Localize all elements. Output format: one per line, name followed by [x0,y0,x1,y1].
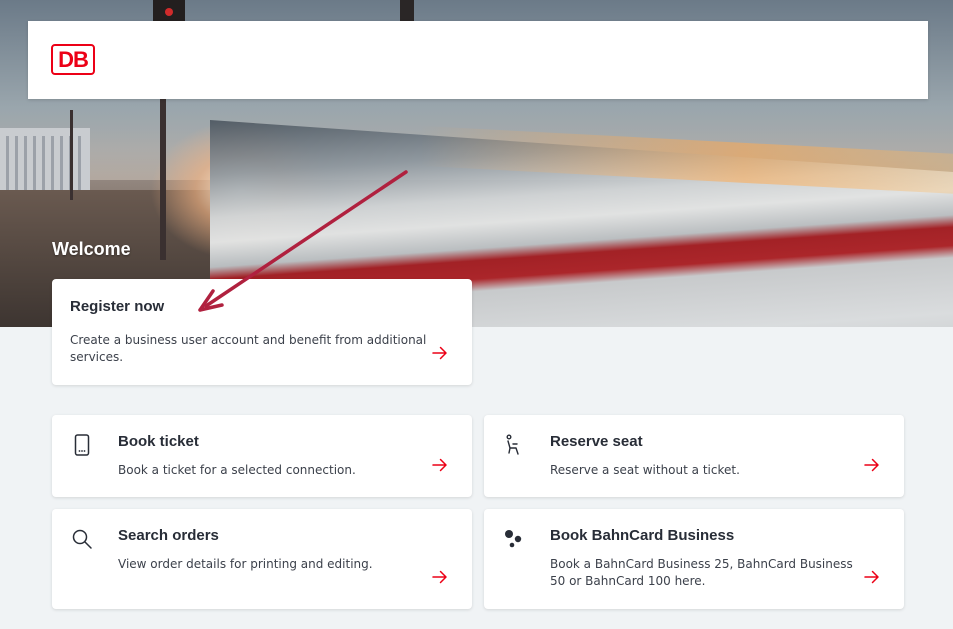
arrow-right-icon[interactable] [432,457,448,473]
welcome-heading: Welcome [52,239,131,259]
book-bahncard-description: Book a BahnCard Business 25, BahnCard Bu… [550,557,853,588]
bahncard-icon [505,530,522,548]
reserve-seat-title: Reserve seat [550,433,643,450]
seat-icon [506,434,519,455]
book-ticket-card[interactable]: Book ticket Book a ticket for a selected… [52,415,472,497]
mobile-phone-icon [74,434,90,456]
book-ticket-title: Book ticket [118,433,199,450]
register-description: Create a business user account and benef… [70,333,427,364]
arrow-right-icon[interactable] [432,345,448,361]
top-header: DB [28,21,928,99]
reserve-seat-description: Reserve a seat without a ticket. [550,463,740,477]
book-bahncard-card[interactable]: Book BahnCard Business Book a BahnCard B… [484,509,904,609]
reserve-seat-card[interactable]: Reserve seat Reserve a seat without a ti… [484,415,904,497]
search-orders-description: View order details for printing and edit… [118,557,373,571]
arrow-right-icon[interactable] [864,457,880,473]
search-orders-title: Search orders [118,527,219,544]
db-logo[interactable]: DB [51,44,95,75]
register-now-card[interactable]: Register now Create a business user acco… [52,279,472,385]
register-title: Register now [70,298,165,315]
book-bahncard-title: Book BahnCard Business [550,527,735,544]
search-icon [72,529,92,549]
search-orders-card[interactable]: Search orders View order details for pri… [52,509,472,609]
arrow-right-icon[interactable] [864,569,880,585]
hero-mast [70,110,73,200]
arrow-right-icon[interactable] [432,569,448,585]
book-ticket-description: Book a ticket for a selected connection. [118,463,356,477]
